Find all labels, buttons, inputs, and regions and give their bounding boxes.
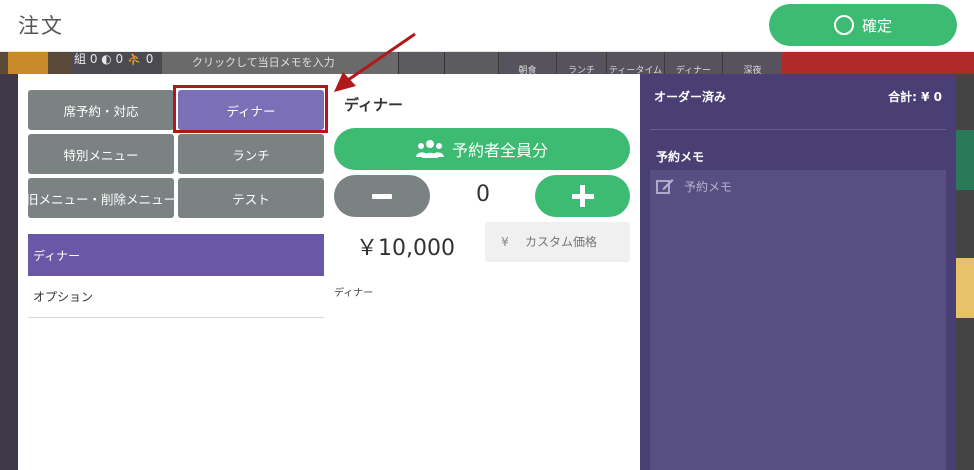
background-meal-breakfast: 朝食: [498, 52, 556, 76]
background-globe-button: [444, 52, 498, 74]
background-yellow-block: [956, 258, 974, 318]
decrease-button[interactable]: [334, 175, 430, 217]
reservation-memo-title: 予約メモ: [656, 150, 705, 164]
confirm-button[interactable]: 確定: [769, 4, 957, 46]
quantity-value: 0: [476, 182, 490, 207]
background-red-block: [782, 52, 974, 74]
item-title: ディナー: [344, 96, 403, 114]
background-meal-tea: ティータイム: [606, 52, 664, 76]
confirm-button-label: 確定: [861, 16, 892, 35]
background-green-block: [956, 130, 974, 190]
background-left-strip: [0, 74, 18, 470]
category-button-special-menu[interactable]: 特別メニュー: [28, 134, 174, 174]
page-title: 注文: [18, 14, 64, 38]
edit-icon: [656, 179, 674, 194]
yen-icon: ¥: [501, 235, 509, 249]
ordered-label: オーダー済み: [654, 90, 727, 104]
circle-icon: [833, 15, 854, 35]
background-meal-dinner: ディナー: [664, 52, 722, 76]
minus-icon: [372, 193, 392, 199]
increase-button[interactable]: [535, 175, 630, 217]
background-stats: 組 0 ◐ 0 ⛹ 0: [72, 52, 162, 74]
background-meal-lunch: ランチ: [556, 52, 606, 76]
reservation-memo-field[interactable]: 予約メモ: [650, 170, 946, 470]
background-stats-line1: 組 0 ◐ 0 ⛹ 0: [74, 52, 154, 66]
reservation-memo-placeholder: 予約メモ: [684, 180, 733, 194]
menu-list: ディナー オプション: [28, 234, 324, 318]
menu-list-item-dinner[interactable]: ディナー: [28, 234, 324, 276]
item-price: ￥10,000: [356, 236, 455, 261]
category-button-old-menu[interactable]: 旧メニュー・削除メニュー: [26, 178, 176, 218]
panel-divider: [650, 129, 946, 130]
order-summary-panel: オーダー済み 合計: ¥ 0 予約メモ 予約メモ: [640, 74, 956, 470]
category-button-test[interactable]: テスト: [178, 178, 324, 218]
menu-list-item-option[interactable]: オプション: [28, 276, 324, 318]
category-grid: 席予約・対応 ディナー 特別メニュー ランチ 旧メニュー・削除メニュー テスト: [26, 90, 324, 218]
all-guests-label: 予約者全員分: [451, 141, 548, 160]
category-button-lunch[interactable]: ランチ: [178, 134, 324, 174]
custom-price-field[interactable]: ¥: [485, 222, 630, 262]
users-icon: [415, 140, 444, 158]
order-modal: 席予約・対応 ディナー 特別メニュー ランチ 旧メニュー・削除メニュー テスト …: [18, 74, 956, 470]
background-day-memo: クリックして当日メモを入力: [162, 52, 398, 74]
total-label: 合計: ¥ 0: [888, 90, 942, 104]
order-header: 注文 確定: [0, 0, 974, 52]
background-tool-button: [398, 52, 444, 74]
custom-price-input[interactable]: [525, 235, 625, 249]
item-caption: ディナー: [334, 288, 374, 299]
all-guests-button[interactable]: 予約者全員分: [334, 128, 630, 170]
background-pencil-icon: [8, 52, 48, 74]
background-meal-latenight: 深夜: [722, 52, 782, 76]
category-button-seat-reservation[interactable]: 席予約・対応: [28, 90, 174, 130]
category-button-dinner[interactable]: ディナー: [178, 90, 324, 130]
